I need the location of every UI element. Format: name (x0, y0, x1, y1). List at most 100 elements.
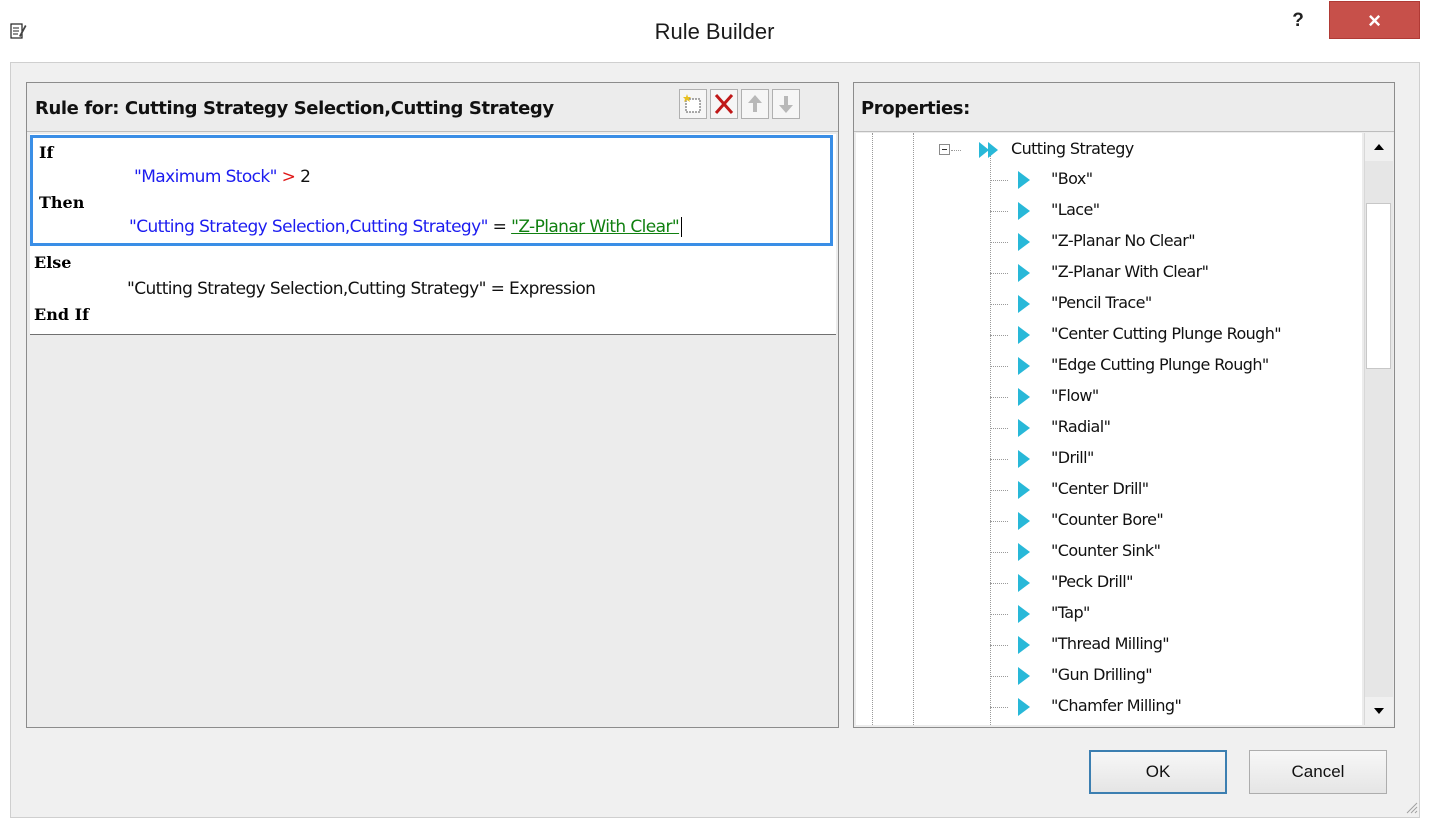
scroll-up-icon[interactable] (1365, 133, 1393, 161)
tree-item-label: "Counter Bore" (1051, 510, 1164, 529)
tree-connector (990, 521, 1008, 522)
new-rule-button[interactable] (679, 89, 707, 119)
play-arrow-icon (1018, 543, 1030, 561)
play-arrow-icon (1018, 698, 1030, 716)
tree-connector (990, 242, 1008, 243)
scroll-thumb[interactable] (1366, 203, 1391, 369)
close-icon: × (1368, 8, 1381, 33)
tree-connector (990, 180, 1008, 181)
resize-grip-icon[interactable] (1404, 800, 1418, 814)
rule-panel-header: Rule for: Cutting Strategy Selection,Cut… (27, 83, 838, 132)
tree-connector (990, 397, 1008, 398)
condition-line[interactable]: "Maximum Stock" > 2 (134, 167, 311, 187)
condition-operator[interactable]: > (282, 167, 296, 187)
close-button[interactable]: × (1329, 1, 1420, 39)
window-title: Rule Builder (654, 19, 775, 44)
play-arrow-icon (1018, 605, 1030, 623)
rule-panel: Rule for: Cutting Strategy Selection,Cut… (26, 82, 839, 728)
tree-item[interactable]: "Radial" (856, 413, 1362, 443)
tree-item[interactable]: "Counter Bore" (856, 506, 1362, 536)
scroll-down-icon[interactable] (1365, 697, 1393, 725)
tree-item[interactable]: "Peck Drill" (856, 568, 1362, 598)
tree-item[interactable]: "Tap" (856, 599, 1362, 629)
tree-item-label: "Lace" (1051, 200, 1100, 219)
tree-connector (990, 459, 1008, 460)
tree-connector (951, 150, 961, 151)
play-arrow-icon (1018, 202, 1030, 220)
tree-connector (990, 645, 1008, 646)
condition-field[interactable]: "Maximum Stock" (134, 167, 277, 187)
double-arrow-icon (979, 142, 998, 158)
play-arrow-icon (1018, 512, 1030, 530)
play-arrow-icon (1018, 233, 1030, 251)
title-bar: Rule Builder ? × (0, 0, 1429, 62)
tree-item-label: "Center Drill" (1051, 479, 1149, 498)
properties-tree[interactable]: Cutting Strategy "Box" "Lace" "Z-Planar No… (856, 133, 1362, 725)
properties-title: Properties: (861, 98, 970, 119)
tree-item-label: "Peck Drill" (1051, 572, 1133, 591)
move-down-icon (779, 96, 793, 113)
ok-button[interactable]: OK (1089, 750, 1227, 794)
tree-connector (990, 707, 1008, 708)
tree-node-label: Cutting Strategy (1011, 139, 1134, 158)
tree-connector (990, 304, 1008, 305)
tree-item-label: "Z-Planar No Clear" (1051, 231, 1196, 250)
delete-button[interactable] (710, 89, 738, 119)
move-up-button[interactable] (741, 89, 769, 119)
tree-connector (990, 676, 1008, 677)
collapse-icon[interactable] (939, 144, 950, 155)
tree-item[interactable]: "Chamfer Milling" (856, 692, 1362, 722)
then-operator: = (492, 217, 507, 237)
move-down-button[interactable] (772, 89, 800, 119)
tree-item-label: "Box" (1051, 169, 1093, 188)
tree-item-label: "Tap" (1051, 603, 1090, 622)
properties-scrollbar[interactable] (1364, 133, 1393, 725)
tree-connector (990, 428, 1008, 429)
play-arrow-icon (1018, 481, 1030, 499)
play-arrow-icon (1018, 667, 1030, 685)
tree-connector (990, 273, 1008, 274)
tree-item[interactable]: "Thread Milling" (856, 630, 1362, 660)
move-up-icon (748, 95, 762, 112)
then-target-field[interactable]: "Cutting Strategy Selection,Cutting Stra… (129, 217, 488, 237)
play-arrow-icon (1018, 574, 1030, 592)
tree-item[interactable]: "Lace" (856, 196, 1362, 226)
else-keyword: Else (34, 253, 72, 272)
condition-value[interactable]: 2 (300, 167, 311, 187)
tree-item-label: "Drill" (1051, 448, 1094, 467)
tree-item[interactable]: "Drill" (856, 444, 1362, 474)
tree-item-label: "Gun Drilling" (1051, 665, 1153, 684)
play-arrow-icon (1018, 357, 1030, 375)
play-arrow-icon (1018, 419, 1030, 437)
help-button[interactable]: ? (1284, 9, 1312, 33)
cancel-button[interactable]: Cancel (1249, 750, 1387, 794)
new-rule-icon (683, 94, 701, 113)
tree-connector (990, 583, 1008, 584)
play-arrow-icon (1018, 295, 1030, 313)
tree-item[interactable]: "Pencil Trace" (856, 289, 1362, 319)
then-assignment-line[interactable]: "Cutting Strategy Selection,Cutting Stra… (129, 217, 683, 237)
then-value-input[interactable]: "Z-Planar With Clear" (511, 217, 680, 237)
play-arrow-icon (1018, 171, 1030, 189)
play-arrow-icon (1018, 388, 1030, 406)
tree-connector (990, 335, 1008, 336)
tree-item[interactable]: "Counter Sink" (856, 537, 1362, 567)
tree-node-cutting-strategy[interactable]: Cutting Strategy (856, 135, 1362, 165)
tree-item[interactable]: "Box" (856, 165, 1362, 195)
tree-item[interactable]: "Center Drill" (856, 475, 1362, 505)
tree-item[interactable]: "Edge Cutting Plunge Rough" (856, 351, 1362, 381)
tree-item[interactable]: "Center Cutting Plunge Rough" (856, 320, 1362, 350)
if-then-block[interactable]: If "Maximum Stock" > 2 Then "Cutting Str… (30, 135, 833, 246)
tree-item[interactable]: "Z-Planar With Clear" (856, 258, 1362, 288)
tree-connector (990, 211, 1008, 212)
else-statement[interactable]: "Cutting Strategy Selection,Cutting Stra… (127, 279, 596, 299)
if-keyword: If (39, 143, 54, 162)
tree-item[interactable]: "Flow" (856, 382, 1362, 412)
tree-item[interactable]: "Z-Planar No Clear" (856, 227, 1362, 257)
tree-item-label: "Chamfer Milling" (1051, 696, 1182, 715)
tree-connector (990, 552, 1008, 553)
play-arrow-icon (1018, 326, 1030, 344)
tree-item-label: "Pencil Trace" (1051, 293, 1152, 312)
tree-item-label: "Counter Sink" (1051, 541, 1161, 560)
tree-item[interactable]: "Gun Drilling" (856, 661, 1362, 691)
